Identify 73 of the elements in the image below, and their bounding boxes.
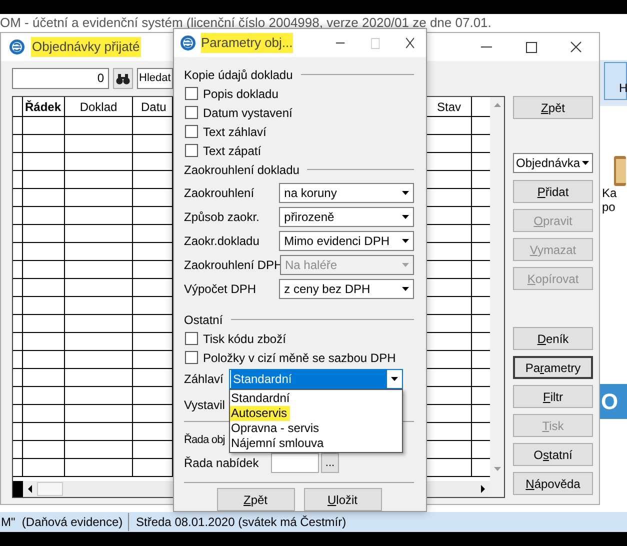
- header-dropdown[interactable]: Standardní: [229, 369, 403, 389]
- field-label: Řada nabídek: [184, 455, 260, 472]
- checkbox[interactable]: [185, 87, 198, 100]
- checkbox[interactable]: [185, 144, 198, 157]
- checkbox[interactable]: [185, 332, 198, 345]
- app-title: OM - účetní a evidenční systém (licenční číslo 2004998, verze 2020/01 ze dne 07.01.: [0, 14, 492, 32]
- field-label: Vystavil: [184, 397, 225, 414]
- checkbox-label: Položky v cizí měně se sazbou DPH: [203, 350, 396, 366]
- field-label: Záhlaví: [184, 371, 224, 388]
- checkbox-label: Datum vystavení: [203, 104, 292, 122]
- panel-text: po: [602, 200, 616, 214]
- column-header[interactable]: Doklad: [65, 97, 133, 116]
- dropdown-arrow-icon: [582, 161, 589, 165]
- banner: O: [600, 384, 627, 419]
- action-button[interactable]: Deník: [513, 327, 593, 350]
- notebook-icon: [612, 156, 626, 186]
- find-button[interactable]: [113, 68, 133, 89]
- series-field[interactable]: [271, 453, 319, 473]
- ribbon-tab[interactable]: H: [604, 62, 627, 100]
- dropdown-field[interactable]: přirozeně: [279, 207, 414, 227]
- dropdown-option[interactable]: Standardní: [230, 391, 293, 406]
- field-label: Výpočet DPH: [184, 281, 258, 298]
- checkbox-label: Text zápatí: [203, 142, 262, 160]
- status-text: Středa 08.01.2020 (svátek má Čestmír): [128, 513, 346, 531]
- dropdown-option[interactable]: Nájemní smlouva: [230, 436, 327, 451]
- search-field[interactable]: Hledat: [137, 68, 173, 89]
- action-button[interactable]: Filtr: [513, 385, 593, 408]
- dialog-button[interactable]: Zpět: [216, 488, 294, 511]
- checkbox-label: Text záhlaví: [203, 124, 266, 140]
- field-label: Zaokrouhlení: [184, 185, 256, 202]
- dropdown-arrow-icon: [402, 263, 409, 267]
- dropdown-field[interactable]: Mimo evidenci DPH: [279, 231, 414, 251]
- action-button[interactable]: Zpět: [513, 96, 593, 119]
- number-field[interactable]: 0: [12, 68, 109, 89]
- dropdown-arrow-icon: [402, 191, 409, 195]
- row-marker: [13, 481, 23, 497]
- checkbox[interactable]: [185, 351, 198, 364]
- dropdown-field[interactable]: z ceny bez DPH: [279, 279, 414, 299]
- checkbox[interactable]: [185, 106, 198, 119]
- dropdown-arrow-icon: [402, 287, 409, 291]
- checkbox[interactable]: [185, 125, 198, 138]
- app-logo-icon: [180, 35, 196, 51]
- action-button[interactable]: Ostatní: [513, 443, 593, 466]
- field-label: Řada obj: [184, 432, 225, 448]
- document-type-dropdown[interactable]: Objednávka: [513, 153, 593, 173]
- dropdown-arrow-icon: [391, 377, 398, 381]
- column-header[interactable]: Řádek: [23, 97, 65, 116]
- group-heading: Kopie údajů dokladu: [184, 66, 293, 84]
- dialog-title: Parametry obj...: [201, 33, 293, 53]
- action-button[interactable]: Parametry: [513, 356, 593, 379]
- dropdown-arrow-icon: [402, 239, 409, 243]
- dialog-button[interactable]: Uložit: [304, 488, 382, 511]
- horizontal-scrollbar[interactable]: [23, 481, 173, 497]
- dropdown-arrow-icon: [402, 215, 409, 219]
- group-heading: Zaokrouhlení dokladu: [184, 162, 300, 178]
- action-button[interactable]: Přidat: [513, 180, 593, 203]
- browse-button[interactable]: ...: [321, 453, 339, 473]
- app-logo-icon: [9, 39, 25, 55]
- field-label: Zaokr.dokladu: [184, 233, 260, 250]
- scrollbar-right-end[interactable]: [427, 481, 490, 497]
- window-title: Objednávky přijaté: [31, 37, 141, 57]
- dropdown-option[interactable]: Opravna - servis: [230, 421, 322, 436]
- panel-text: Ka: [602, 186, 618, 200]
- checkbox-label: Tisk kódu zboží: [203, 330, 286, 348]
- scrollbar-thumb[interactable]: [37, 482, 63, 496]
- group-heading: Ostatní: [184, 312, 223, 328]
- status-text: M" (Daňová evidence): [0, 514, 122, 531]
- action-button[interactable]: Nápověda: [513, 472, 593, 495]
- checkbox-label: Popis dokladu: [203, 86, 278, 102]
- binoculars-icon: [116, 72, 130, 84]
- field-label: Způsob zaokr.: [184, 209, 260, 226]
- dropdown-option[interactable]: Autoservis: [230, 406, 290, 421]
- dropdown-field[interactable]: na koruny: [279, 183, 414, 203]
